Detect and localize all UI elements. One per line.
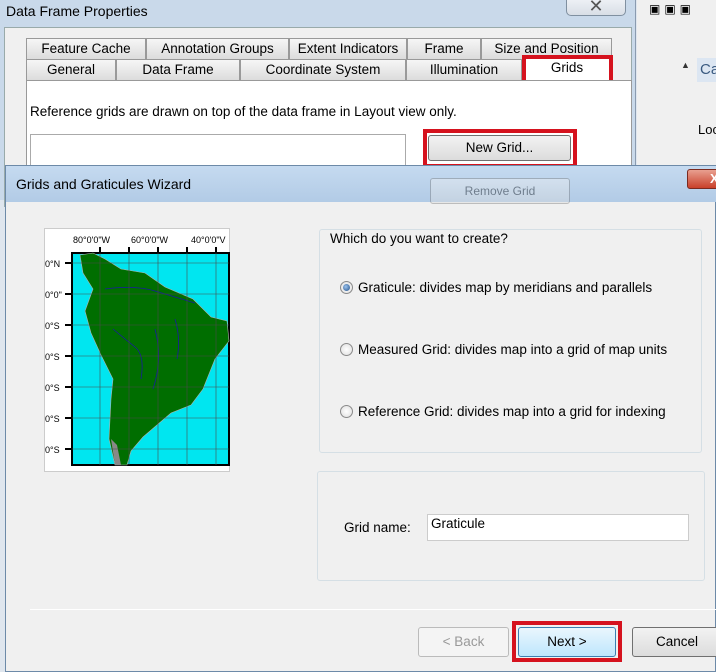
option-measured-grid[interactable]: Measured Grid: divides map into a grid o… [340,342,667,357]
panel-label-location: Loc [698,122,716,137]
divider [30,609,716,610]
map-preview-image: 0°N 0°0" 0°S 0°S 0°S 0°S 0°S 80°0'0"W 60°0'0"W 40… [45,235,230,466]
tab-feature-cache[interactable]: Feature Cache [26,38,146,60]
radio-button[interactable] [340,405,353,418]
lat-label: 0°S [45,383,60,393]
arcmap-side-panel: ▣▣▣ Ca Loc ▲ [637,0,716,165]
panel-label-catalog: Ca [697,58,716,82]
lon-label: 60°0'0"W [131,235,169,245]
option-label: Measured Grid: divides map into a grid o… [358,342,668,357]
wizard-close-button[interactable]: X [687,169,716,189]
lat-label: 0°S [45,321,60,331]
option-graticule[interactable]: Graticule: divides map by meridians and … [340,280,652,295]
back-button[interactable]: < Back [418,627,509,657]
question-label: Which do you want to create? [328,231,510,246]
wizard-title: Grids and Graticules Wizard [6,166,716,202]
lat-label: 0°S [45,414,60,424]
tab-extent-indicators[interactable]: Extent Indicators [289,38,407,60]
grid-name-label: Grid name: [344,520,411,535]
tab-data-frame[interactable]: Data Frame [116,59,240,81]
lat-label: 0°0" [45,290,62,300]
highlight-next [512,621,622,662]
cancel-button[interactable]: Cancel [632,627,716,657]
option-label: Graticule: divides map by meridians and … [358,280,653,295]
map-preview: 0°N 0°0" 0°S 0°S 0°S 0°S 0°S 80°0'0"W 60°0'0"W 40… [44,228,230,472]
close-button[interactable]: ✕ [566,0,626,16]
grids-description: Reference grids are drawn on top of the … [30,104,457,119]
window-title: Data Frame Properties [6,3,148,19]
lon-label: 40°0'0"V [191,235,226,245]
tab-illumination[interactable]: Illumination [406,59,522,81]
lat-label: 0°N [45,259,60,269]
radio-button[interactable] [340,343,353,356]
toolbar-icons[interactable]: ▣▣▣ [649,2,709,20]
option-reference-grid[interactable]: Reference Grid: divides map into a grid … [340,404,666,419]
option-label: Reference Grid: divides map into a grid … [358,404,666,419]
grid-name-input[interactable] [427,514,689,541]
tab-coordinate-system[interactable]: Coordinate System [240,59,406,81]
grids-graticules-wizard: Grids and Graticules Wizard X 0°N 0°0" 0°S… [5,165,716,672]
scroll-up-icon[interactable]: ▲ [681,60,690,70]
highlight-new-grid [423,129,577,168]
lat-label: 0°S [45,352,60,362]
lat-label: 0°S [45,445,60,455]
tab-general[interactable]: General [26,59,116,81]
lon-label: 80°0'0"W [73,235,111,245]
remove-grid-button: Remove Grid [430,178,570,204]
tab-annotation-groups[interactable]: Annotation Groups [146,38,289,60]
radio-button[interactable] [340,281,353,294]
tab-frame[interactable]: Frame [407,38,481,60]
create-type-group [319,229,702,453]
